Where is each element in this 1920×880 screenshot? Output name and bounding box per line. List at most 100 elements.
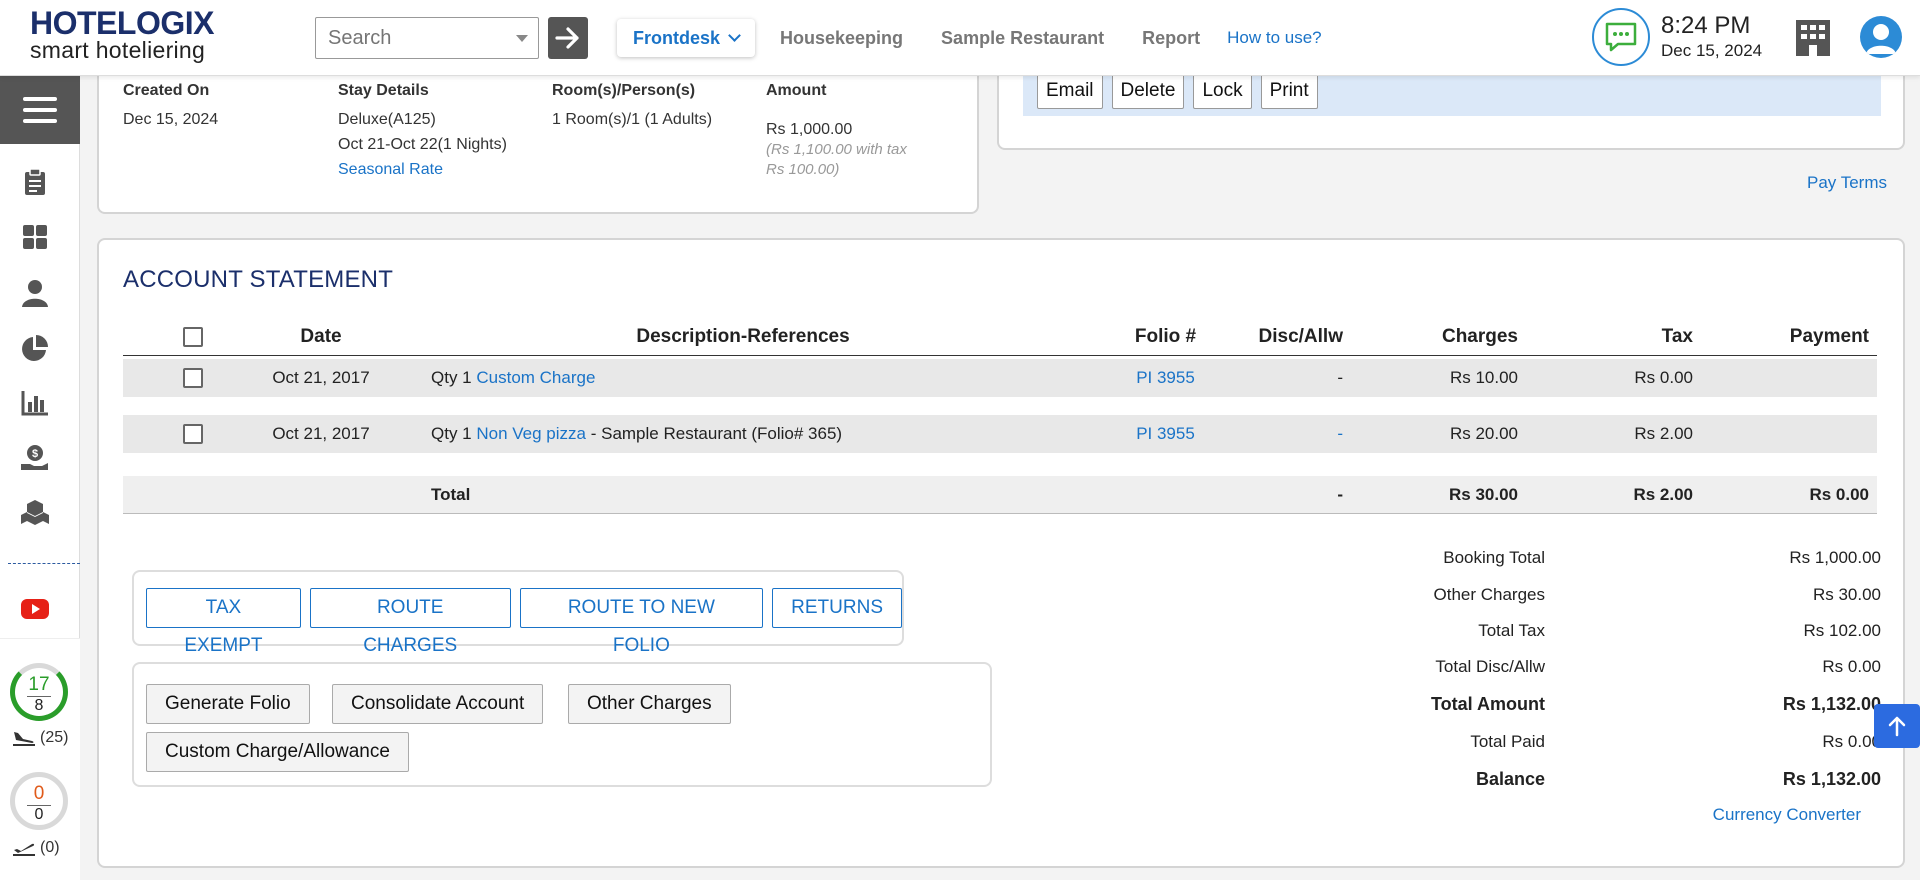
row-disc: - bbox=[1337, 368, 1343, 387]
summary-label: Total Amount bbox=[1431, 694, 1545, 714]
row-item-link[interactable]: Custom Charge bbox=[476, 368, 595, 387]
scroll-to-top-button[interactable] bbox=[1874, 704, 1920, 748]
row-charges: Rs 20.00 bbox=[1449, 424, 1518, 443]
summary-booking-total: Booking Total Rs 1,000.00 bbox=[1361, 543, 1881, 573]
pie-chart-icon[interactable] bbox=[20, 333, 50, 363]
svg-text:$: $ bbox=[32, 448, 38, 460]
summary-value: Rs 1,132.00 bbox=[1782, 694, 1881, 714]
summary-label: Balance bbox=[1475, 769, 1545, 789]
summary-value: Rs 1,132.00 bbox=[1782, 769, 1881, 789]
arrow-right-icon bbox=[555, 27, 579, 49]
returns-button[interactable]: RETURNS bbox=[772, 588, 902, 628]
pay-terms-link[interactable]: Pay Terms bbox=[1807, 173, 1887, 193]
arrivals-count[interactable]: (25) bbox=[12, 729, 68, 747]
arrivals-ring[interactable]: 17 8 bbox=[10, 663, 68, 721]
money-hand-icon[interactable]: $ bbox=[20, 443, 50, 473]
total-label: Total bbox=[431, 485, 471, 504]
generate-folio-button[interactable]: Generate Folio bbox=[146, 684, 310, 724]
stay-details-label: Stay Details bbox=[338, 82, 429, 99]
departures-top-count: 0 bbox=[27, 783, 51, 806]
departures-count[interactable]: (0) bbox=[12, 839, 60, 857]
search-input[interactable] bbox=[316, 18, 496, 58]
nav-report[interactable]: Report bbox=[1123, 19, 1219, 57]
clipboard-icon[interactable] bbox=[20, 167, 50, 197]
row-checkbox[interactable] bbox=[183, 368, 203, 388]
row-description: Qty 1 Custom Charge bbox=[431, 359, 595, 397]
row-qty: Qty 1 bbox=[431, 424, 472, 443]
sidebar-divider bbox=[8, 563, 80, 564]
sidebar: $ 17 8 (25) 0 0 (0) bbox=[0, 76, 80, 880]
departures-bottom-count: 0 bbox=[34, 806, 44, 823]
consolidate-account-button[interactable]: Consolidate Account bbox=[332, 684, 544, 724]
row-folio-link[interactable]: PI 3955 bbox=[1123, 359, 1208, 397]
summary-label: Total Disc/Allw bbox=[1435, 657, 1545, 676]
rooms-column: Room(s)/Person(s) 1 Room(s)/1 (1 Adults) bbox=[552, 78, 712, 132]
menu-toggle-button[interactable] bbox=[0, 76, 80, 144]
rooms-value: 1 Room(s)/1 (1 Adults) bbox=[552, 111, 713, 128]
email-button[interactable]: Email bbox=[1037, 73, 1103, 109]
search-box bbox=[315, 17, 539, 59]
logo-tagline: smart hoteliering bbox=[30, 37, 206, 63]
col-charges: Charges bbox=[1441, 326, 1518, 347]
summary-label: Total Paid bbox=[1470, 732, 1545, 751]
created-on-value: Dec 15, 2024 bbox=[123, 111, 219, 128]
route-to-new-folio-button[interactable]: ROUTE TO NEW FOLIO bbox=[519, 588, 764, 656]
summary-value: Rs 102.00 bbox=[1803, 621, 1882, 640]
boxes-icon[interactable] bbox=[20, 498, 50, 528]
nav-frontdesk[interactable]: Frontdesk bbox=[617, 19, 756, 57]
print-button[interactable]: Print bbox=[1260, 73, 1318, 109]
stay-dates: Oct 21-Oct 22(1 Nights) bbox=[338, 136, 507, 153]
current-time: 8:24 PM bbox=[1661, 12, 1751, 39]
chat-button[interactable] bbox=[1592, 8, 1650, 66]
nav-housekeeping[interactable]: Housekeeping bbox=[761, 19, 922, 57]
search-go-button[interactable] bbox=[548, 17, 588, 59]
tax-exempt-button[interactable]: TAX EXEMPT bbox=[146, 588, 301, 656]
summary-total-disc: Total Disc/Allw Rs 0.00 bbox=[1361, 652, 1881, 682]
row-charges: Rs 10.00 bbox=[1449, 368, 1518, 387]
total-disc: - bbox=[1337, 485, 1343, 504]
summary-balance: Balance Rs 1,132.00 bbox=[1361, 764, 1881, 794]
clock: 8:24 PM Dec 15, 2024 bbox=[1661, 12, 1762, 62]
row-date: Oct 21, 2017 bbox=[272, 368, 370, 387]
user-avatar-icon[interactable] bbox=[1860, 16, 1902, 58]
currency-converter-link[interactable]: Currency Converter bbox=[1713, 805, 1861, 825]
stay-details-column: Stay Details Deluxe(A125) Oct 21-Oct 22(… bbox=[338, 78, 507, 182]
summary-value: Rs 0.00 bbox=[1822, 657, 1881, 676]
nav-restaurant[interactable]: Sample Restaurant bbox=[922, 19, 1123, 57]
logo-wordmark: HOTELOGIX bbox=[30, 5, 214, 41]
summary-total-paid: Total Paid Rs 0.00 bbox=[1361, 727, 1881, 757]
person-icon[interactable] bbox=[20, 278, 50, 308]
summary-label: Booking Total bbox=[1443, 548, 1545, 567]
summary-total-amount: Total Amount Rs 1,132.00 bbox=[1361, 689, 1881, 719]
plane-departure-icon bbox=[13, 843, 35, 856]
row-folio-link[interactable]: PI 3955 bbox=[1123, 415, 1208, 453]
select-all-checkbox[interactable] bbox=[183, 327, 203, 347]
row-date: Oct 21, 2017 bbox=[272, 424, 370, 443]
row-disc-link[interactable]: - bbox=[1243, 415, 1343, 453]
summary-value: Rs 1,000.00 bbox=[1789, 548, 1881, 567]
dashboard-icon[interactable] bbox=[20, 222, 50, 252]
summary-label: Other Charges bbox=[1433, 585, 1546, 604]
hotelogix-logo[interactable]: HOTELOGIX smart hoteliering bbox=[30, 5, 214, 63]
row-tax: Rs 0.00 bbox=[1634, 368, 1693, 387]
lock-button[interactable]: Lock bbox=[1193, 73, 1252, 109]
delete-button[interactable]: Delete bbox=[1111, 73, 1185, 109]
custom-charge-allowance-button[interactable]: Custom Charge/Allowance bbox=[146, 732, 409, 772]
search-dropdown-icon[interactable] bbox=[516, 35, 528, 42]
how-to-use-link[interactable]: How to use? bbox=[1219, 28, 1322, 48]
summary-label: Total Tax bbox=[1478, 621, 1545, 640]
hotel-building-icon[interactable] bbox=[1794, 18, 1832, 63]
row-item-link[interactable]: Non Veg pizza bbox=[476, 424, 586, 443]
amount-column: Amount Rs 1,000.00 (Rs 1,100.00 with tax… bbox=[766, 78, 907, 180]
other-charges-button[interactable]: Other Charges bbox=[568, 684, 731, 724]
arrivals-top-count: 17 bbox=[27, 674, 51, 697]
current-date: Dec 15, 2024 bbox=[1661, 41, 1763, 60]
bar-chart-icon[interactable] bbox=[20, 388, 50, 418]
departures-ring[interactable]: 0 0 bbox=[10, 772, 68, 830]
summary-other-charges: Other Charges Rs 30.00 bbox=[1361, 580, 1882, 610]
row-checkbox[interactable] bbox=[183, 424, 203, 444]
amount-tax-value: Rs 100.00) bbox=[766, 161, 840, 178]
seasonal-rate-link[interactable]: Seasonal Rate bbox=[338, 157, 507, 182]
youtube-icon[interactable] bbox=[20, 594, 50, 624]
route-charges-button[interactable]: ROUTE CHARGES bbox=[309, 588, 511, 656]
